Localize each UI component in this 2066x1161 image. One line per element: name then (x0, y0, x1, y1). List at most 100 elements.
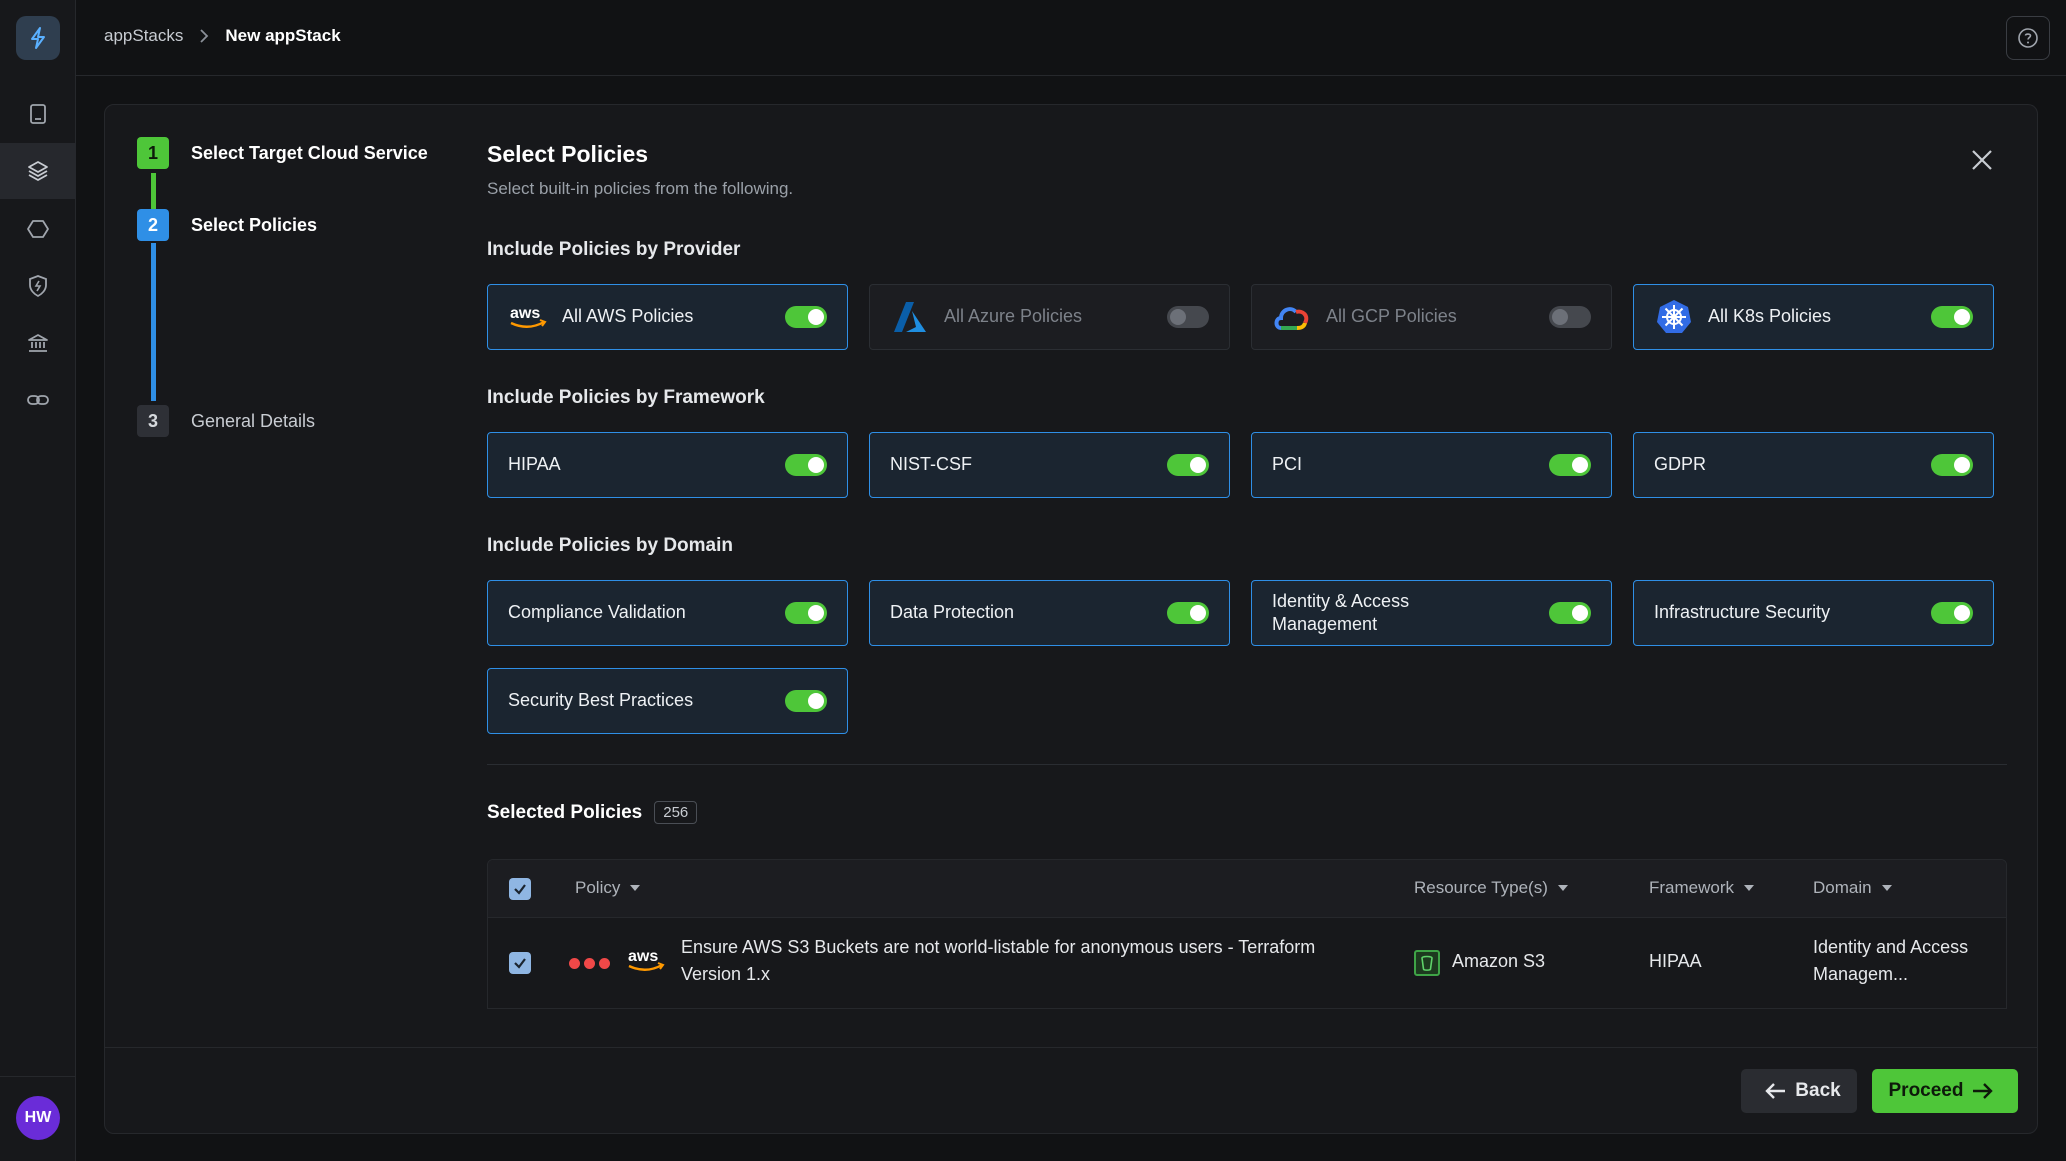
page-title: Select Policies (487, 141, 649, 167)
shield-icon (29, 275, 47, 298)
footer-divider (105, 1047, 2037, 1048)
domain-label: Security Best Practices (508, 690, 694, 711)
selected-policies-title: Selected Policies (487, 801, 643, 823)
framework-value: HIPAA (1649, 951, 1702, 971)
column-header-policy[interactable]: Policy (575, 878, 641, 898)
framework-label: GDPR (1654, 454, 1707, 475)
provider-card-k8s[interactable]: All K8s Policies (1633, 284, 1994, 350)
breadcrumb-appstacks[interactable]: appStacks (104, 26, 183, 46)
provider-card-aws[interactable]: aws All AWS Policies (487, 284, 848, 350)
kubernetes-logo-icon (1654, 297, 1694, 337)
toggle-hipaa[interactable] (785, 454, 827, 476)
table-header: Policy Resource Type(s) Framework Domain (488, 860, 2006, 918)
close-button[interactable] (1967, 145, 1997, 175)
rail-item-compliance[interactable] (0, 315, 76, 371)
proceed-label: Proceed (1888, 1080, 1964, 1101)
framework-label: PCI (1272, 454, 1303, 475)
column-header-domain[interactable]: Domain (1813, 878, 1892, 898)
framework-card-gdpr[interactable]: GDPR (1633, 432, 1994, 498)
provider-label: All K8s Policies (1708, 306, 1832, 327)
framework-label: NIST-CSF (890, 454, 973, 475)
rail-item-appstacks[interactable] (0, 143, 76, 199)
framework-card-nist-csf[interactable]: NIST-CSF (869, 432, 1230, 498)
aws-logo-icon: aws (626, 946, 666, 981)
new-appstack-panel: 1 Select Target Cloud Service 2 Select P… (104, 104, 2038, 1134)
breadcrumb: appStacks New appStack (104, 26, 341, 46)
step-select-policies[interactable]: 2 Select Policies (137, 209, 317, 241)
help-button[interactable] (2006, 16, 2050, 60)
left-rail: HW (0, 0, 76, 1161)
toggle-k8s[interactable] (1931, 306, 1973, 328)
step-label: General Details (191, 410, 316, 431)
severity-high-icon (569, 956, 614, 974)
hexagon-icon (27, 220, 49, 238)
policy-name[interactable]: Ensure AWS S3 Buckets are not world-list… (681, 934, 1341, 988)
rail-item-dashboard[interactable] (0, 86, 76, 142)
select-all-checkbox[interactable] (509, 878, 531, 900)
resource-type: Amazon S3 (1452, 951, 1546, 971)
step-select-target[interactable]: 1 Select Target Cloud Service (137, 137, 428, 169)
column-label: Resource Type(s) (1414, 878, 1548, 897)
toggle-compliance-validation[interactable] (785, 602, 827, 624)
toggle-data-protection[interactable] (1167, 602, 1209, 624)
svg-text:aws: aws (628, 948, 658, 965)
domain-card-identity-access[interactable]: Identity & Access Management (1251, 580, 1612, 646)
avatar[interactable]: HW (16, 1096, 60, 1140)
rail-item-integrations[interactable] (0, 372, 76, 428)
section-divider (487, 764, 2007, 765)
framework-card-pci[interactable]: PCI (1251, 432, 1612, 498)
toggle-gcp[interactable] (1549, 306, 1591, 328)
provider-label: All AWS Policies (562, 306, 694, 327)
provider-label: All GCP Policies (1326, 306, 1457, 327)
page-subtitle: Select built-in policies from the follow… (487, 179, 794, 198)
check-icon (514, 958, 526, 969)
rail-item-resources[interactable] (0, 201, 76, 257)
column-label: Policy (575, 878, 621, 897)
rail-item-security[interactable] (0, 258, 76, 314)
toggle-security-best-practices[interactable] (785, 690, 827, 712)
toggle-aws[interactable] (785, 306, 827, 328)
svg-text:aws: aws (510, 305, 540, 322)
back-label: Back (1795, 1080, 1841, 1101)
azure-logo-icon (890, 297, 930, 337)
provider-card-azure[interactable]: All Azure Policies (869, 284, 1230, 350)
app-logo-icon[interactable] (16, 16, 60, 60)
proceed-button[interactable]: Proceed (1872, 1069, 2018, 1113)
chevron-right-icon (199, 29, 209, 43)
row-checkbox[interactable] (509, 952, 531, 974)
column-header-resource[interactable]: Resource Type(s) (1414, 878, 1568, 898)
provider-card-gcp[interactable]: All GCP Policies (1251, 284, 1612, 350)
domain-card-infrastructure-security[interactable]: Infrastructure Security (1633, 580, 1994, 646)
breadcrumb-current: New appStack (225, 26, 341, 45)
toggle-azure[interactable] (1167, 306, 1209, 328)
step-general-details[interactable]: 3 General Details (137, 405, 315, 437)
toggle-pci[interactable] (1549, 454, 1591, 476)
section-title-domain: Include Policies by Domain (487, 535, 734, 556)
check-icon (514, 884, 526, 895)
gcp-logo-icon (1272, 297, 1312, 337)
table-row[interactable]: aws Ensure AWS S3 Buckets are not world-… (488, 918, 2006, 1008)
domain-card-data-protection[interactable]: Data Protection (869, 580, 1230, 646)
section-title-framework: Include Policies by Framework (487, 387, 765, 408)
question-circle-icon (2018, 28, 2038, 48)
toggle-infrastructure-security[interactable] (1931, 602, 1973, 624)
step-number: 3 (137, 405, 169, 437)
step-number: 1 (137, 137, 169, 169)
domain-card-security-best-practices[interactable]: Security Best Practices (487, 668, 848, 734)
back-button[interactable]: Back (1741, 1069, 1857, 1113)
tablet-icon (30, 104, 46, 124)
column-header-framework[interactable]: Framework (1649, 878, 1755, 898)
top-bar: appStacks New appStack (76, 0, 2066, 76)
domain-label: Identity & Access Management (1272, 590, 1410, 634)
domain-card-compliance-validation[interactable]: Compliance Validation (487, 580, 848, 646)
caret-down-icon (630, 885, 641, 891)
toggle-nist-csf[interactable] (1167, 454, 1209, 476)
link-icon (27, 395, 49, 405)
toggle-gdpr[interactable] (1931, 454, 1973, 476)
step-label: Select Target Cloud Service (191, 142, 428, 163)
step-label: Select Policies (191, 214, 318, 235)
stepper-line-active (151, 243, 156, 401)
toggle-identity-access[interactable] (1549, 602, 1591, 624)
section-title-provider: Include Policies by Provider (487, 239, 741, 260)
framework-card-hipaa[interactable]: HIPAA (487, 432, 848, 498)
